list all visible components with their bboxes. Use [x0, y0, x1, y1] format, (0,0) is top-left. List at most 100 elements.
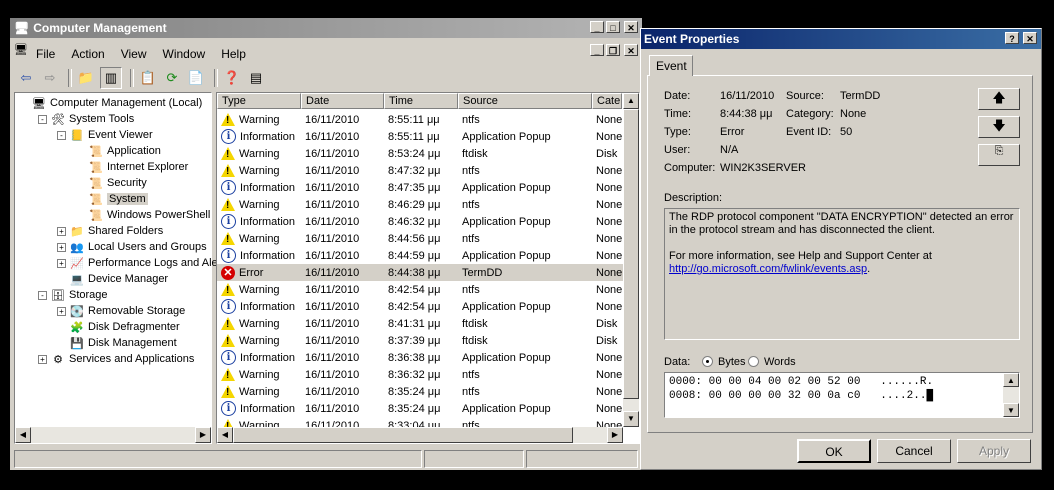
bytes-label[interactable]: Bytes — [718, 356, 746, 368]
properties-icon[interactable]: 📋 — [138, 68, 158, 88]
maximize-button[interactable]: □ — [606, 21, 620, 33]
tree-item[interactable]: 📜 Windows PowerShell — [76, 207, 210, 223]
column-source[interactable]: Source — [458, 93, 592, 109]
table-row[interactable]: i Information 16/11/2010 8:47:35 μμ Applicat… — [217, 179, 623, 196]
event-list[interactable]: Type Date Time Source Cate Warning 16/11/… — [216, 92, 640, 444]
scroll-thumb[interactable] — [623, 109, 639, 399]
refresh-icon[interactable]: ⟳ — [162, 68, 182, 88]
bytes-radio[interactable] — [702, 356, 713, 367]
table-row[interactable]: i Information 16/11/2010 8:35:24 μμ Applicat… — [217, 400, 623, 417]
tree-item[interactable]: + 👥 Local Users and Groups — [57, 239, 207, 255]
table-row[interactable]: Warning 16/11/2010 8:46:29 μμ ntfs None — [217, 196, 623, 213]
previous-event-button[interactable]: 🡅 — [978, 88, 1020, 110]
scroll-right-button[interactable]: ▶ — [607, 427, 623, 443]
table-row[interactable]: i Information 16/11/2010 8:42:54 μμ Applicat… — [217, 298, 623, 315]
table-row[interactable]: i Information 16/11/2010 8:36:38 μμ Applicat… — [217, 349, 623, 366]
tree-item[interactable]: 📜 Internet Explorer — [76, 159, 188, 175]
console-tree[interactable]: 🖥 Computer Management (Local) - 🛠 System Too… — [14, 92, 230, 444]
minimize-button[interactable]: _ — [590, 21, 604, 33]
show-hide-tree-icon[interactable]: ▥ — [100, 67, 122, 89]
show-action-pane-icon[interactable]: ▤ — [246, 68, 266, 88]
scroll-up-button[interactable]: ▲ — [623, 93, 639, 109]
expand-icon[interactable]: + — [57, 306, 66, 316]
information-icon: i — [221, 180, 236, 195]
copy-button[interactable]: ⎘ — [978, 144, 1020, 166]
collapse-icon[interactable]: - — [38, 290, 47, 300]
table-row[interactable]: Warning 16/11/2010 8:37:39 μμ ftdisk Disk — [217, 332, 623, 349]
help-link[interactable]: http://go.microsoft.com/fwlink/events.as… — [669, 263, 867, 275]
table-row[interactable]: Warning 16/11/2010 8:42:54 μμ ntfs None — [217, 281, 623, 298]
apply-button[interactable]: Apply — [957, 439, 1031, 463]
list-vertical-scrollbar[interactable]: ▲ ▼ — [623, 93, 639, 427]
tree-item[interactable]: 🧩 Disk Defragmenter — [57, 319, 180, 335]
table-row[interactable]: Warning 16/11/2010 8:36:32 μμ ntfs None — [217, 366, 623, 383]
table-row[interactable]: Warning 16/11/2010 8:44:56 μμ ntfs None — [217, 230, 623, 247]
scroll-down-button[interactable]: ▼ — [1003, 403, 1019, 417]
table-row[interactable]: Warning 16/11/2010 8:41:31 μμ ftdisk Disk — [217, 315, 623, 332]
tree-item[interactable]: + 📈 Performance Logs and Alerts — [57, 255, 230, 271]
scroll-thumb[interactable] — [233, 427, 573, 443]
table-row[interactable]: i Information 16/11/2010 8:55:11 μμ Applicat… — [217, 128, 623, 145]
menu-help[interactable]: Help — [213, 47, 254, 61]
tree-item[interactable]: - 🛠 System Tools — [38, 111, 134, 127]
expand-icon[interactable]: + — [57, 258, 66, 268]
list-horizontal-scrollbar[interactable]: ◀ ▶ — [217, 427, 623, 443]
table-row[interactable]: Warning 16/11/2010 8:47:32 μμ ntfs None — [217, 162, 623, 179]
description-box[interactable]: The RDP protocol component "DATA ENCRYPT… — [664, 208, 1020, 340]
scroll-right-button[interactable]: ▶ — [195, 427, 211, 443]
export-list-icon[interactable]: 📄 — [186, 68, 206, 88]
close-button[interactable]: ✕ — [624, 21, 638, 33]
next-event-button[interactable]: 🡇 — [978, 116, 1020, 138]
column-time[interactable]: Time — [384, 93, 458, 109]
tree-item[interactable]: - 📒 Event Viewer — [57, 127, 153, 143]
dialog-close-button[interactable]: ✕ — [1023, 32, 1037, 44]
words-radio[interactable] — [748, 356, 759, 367]
scroll-left-button[interactable]: ◀ — [217, 427, 233, 443]
scroll-up-button[interactable]: ▲ — [1003, 373, 1019, 387]
tree-item[interactable]: 📜 System — [76, 191, 148, 207]
tab-event[interactable]: Event — [649, 55, 693, 76]
table-row[interactable]: i Information 16/11/2010 8:46:32 μμ Applicat… — [217, 213, 623, 230]
expand-icon[interactable]: + — [38, 354, 47, 364]
table-row[interactable]: Warning 16/11/2010 8:53:24 μμ ftdisk Disk — [217, 145, 623, 162]
ep-title-bar[interactable]: Event Properties ? ✕ — [641, 29, 1041, 49]
forward-arrow-icon[interactable]: ⇨ — [40, 68, 60, 88]
tree-item[interactable]: 📜 Application — [76, 143, 161, 159]
tree-item[interactable]: 💾 Disk Management — [57, 335, 177, 351]
help-icon[interactable]: ❓ — [222, 68, 242, 88]
up-folder-icon[interactable]: 📁 — [76, 68, 96, 88]
tree-item[interactable]: + ⚙ Services and Applications — [38, 351, 194, 367]
words-label[interactable]: Words — [764, 356, 796, 368]
menu-view[interactable]: View — [113, 47, 155, 61]
tree-item[interactable]: 📜 Security — [76, 175, 147, 191]
tree-horizontal-scrollbar[interactable]: ◀ ▶ — [15, 427, 211, 443]
cm-title-bar[interactable]: 🖥 Computer Management _ □ ✕ — [10, 18, 642, 38]
column-date[interactable]: Date — [301, 93, 384, 109]
data-box[interactable]: 0000: 00 00 04 00 02 00 52 00 ......R. 0… — [664, 372, 1020, 418]
menu-action[interactable]: Action — [63, 47, 112, 61]
tree-item[interactable]: + 💽 Removable Storage — [57, 303, 185, 319]
column-category[interactable]: Cate — [592, 93, 622, 109]
table-row[interactable]: Warning 16/11/2010 8:55:11 μμ ntfs None — [217, 111, 623, 128]
tree-item[interactable]: - 🗄 Storage — [38, 287, 108, 303]
scroll-left-button[interactable]: ◀ — [15, 427, 31, 443]
cancel-button[interactable]: Cancel — [877, 439, 951, 463]
column-type[interactable]: Type — [217, 93, 301, 109]
table-row[interactable]: Warning 16/11/2010 8:35:24 μμ ntfs None — [217, 383, 623, 400]
expand-icon[interactable]: + — [57, 242, 66, 252]
collapse-icon[interactable]: - — [38, 114, 47, 124]
tree-item[interactable]: + 📁 Shared Folders — [57, 223, 163, 239]
collapse-icon[interactable]: - — [57, 130, 66, 140]
tree-item[interactable]: 💻 Device Manager — [57, 271, 168, 287]
back-arrow-icon[interactable]: ⇦ — [16, 68, 36, 88]
scroll-down-button[interactable]: ▼ — [623, 411, 639, 427]
tree-item[interactable]: 🖥 Computer Management (Local) — [19, 95, 202, 111]
table-row[interactable]: ✕ Error 16/11/2010 8:44:38 μμ TermDD None — [217, 264, 623, 281]
menu-window[interactable]: Window — [155, 47, 214, 61]
menu-file[interactable]: File — [28, 47, 63, 61]
help-button[interactable]: ? — [1005, 32, 1019, 44]
ok-button[interactable]: OK — [797, 439, 871, 463]
data-vertical-scrollbar[interactable]: ▲ ▼ — [1003, 373, 1019, 417]
table-row[interactable]: i Information 16/11/2010 8:44:59 μμ Applicat… — [217, 247, 623, 264]
expand-icon[interactable]: + — [57, 226, 66, 236]
